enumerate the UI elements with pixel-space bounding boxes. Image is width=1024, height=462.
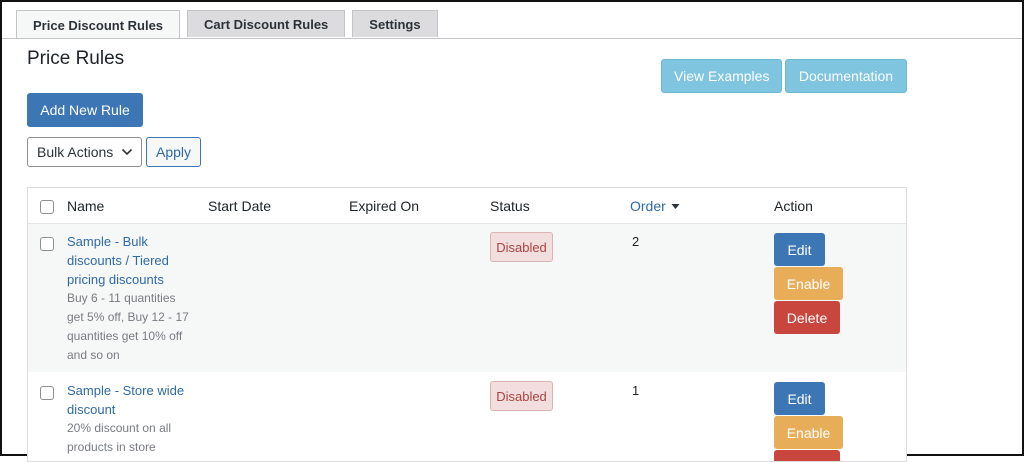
- tab-price-discount-rules[interactable]: Price Discount Rules: [16, 10, 181, 39]
- column-start-date: Start Date: [208, 198, 272, 214]
- status-badge: Disabled: [490, 232, 553, 262]
- chevron-down-icon: [121, 148, 133, 156]
- edit-button[interactable]: Edit: [774, 382, 825, 415]
- price-rules-table: Name Start Date Expired On Status Order …: [27, 187, 907, 462]
- add-new-rule-button[interactable]: Add New Rule: [27, 93, 143, 127]
- tab-bar: Price Discount Rules Cart Discount Rules…: [16, 10, 438, 39]
- table-row: Sample - Bulk discounts / Tiered pricing…: [28, 224, 906, 372]
- documentation-button[interactable]: Documentation: [785, 59, 907, 93]
- delete-button[interactable]: Delete: [774, 450, 840, 461]
- column-name: Name: [67, 198, 105, 214]
- select-all-checkbox[interactable]: [40, 200, 54, 214]
- column-order-label: Order: [630, 198, 666, 214]
- row-checkbox[interactable]: [40, 386, 54, 400]
- table-header: Name Start Date Expired On Status Order …: [28, 188, 906, 224]
- order-value: 1: [632, 383, 640, 398]
- column-status: Status: [490, 198, 530, 214]
- row-checkbox[interactable]: [40, 237, 54, 251]
- edit-button[interactable]: Edit: [774, 233, 825, 266]
- rule-description: Buy 6 - 11 quantities get 5% off, Buy 12…: [67, 291, 189, 362]
- tab-cart-discount-rules[interactable]: Cart Discount Rules: [187, 10, 346, 37]
- delete-button[interactable]: Delete: [774, 301, 840, 334]
- column-action: Action: [774, 198, 813, 214]
- enable-button[interactable]: Enable: [774, 267, 843, 300]
- enable-button[interactable]: Enable: [774, 416, 843, 449]
- bulk-actions-value: Bulk Actions: [37, 144, 114, 160]
- column-order-sort[interactable]: Order: [630, 198, 680, 214]
- sort-desc-icon: [671, 203, 680, 209]
- table-row: Sample - Store wide discount 20% discoun…: [28, 373, 906, 461]
- status-badge: Disabled: [490, 381, 553, 411]
- bulk-actions-select[interactable]: Bulk Actions: [27, 137, 142, 167]
- view-examples-button[interactable]: View Examples: [661, 59, 783, 93]
- apply-button[interactable]: Apply: [146, 137, 201, 167]
- tab-settings[interactable]: Settings: [352, 10, 438, 37]
- order-value: 2: [632, 234, 640, 249]
- tab-divider: [2, 38, 1022, 39]
- rule-name-link[interactable]: Sample - Store wide discount: [67, 381, 192, 419]
- page-title: Price Rules: [27, 48, 125, 69]
- rule-name-link[interactable]: Sample - Bulk discounts / Tiered pricing…: [67, 232, 192, 289]
- rule-description: 20% discount on all products in store: [67, 421, 172, 454]
- column-expired-on: Expired On: [349, 198, 420, 214]
